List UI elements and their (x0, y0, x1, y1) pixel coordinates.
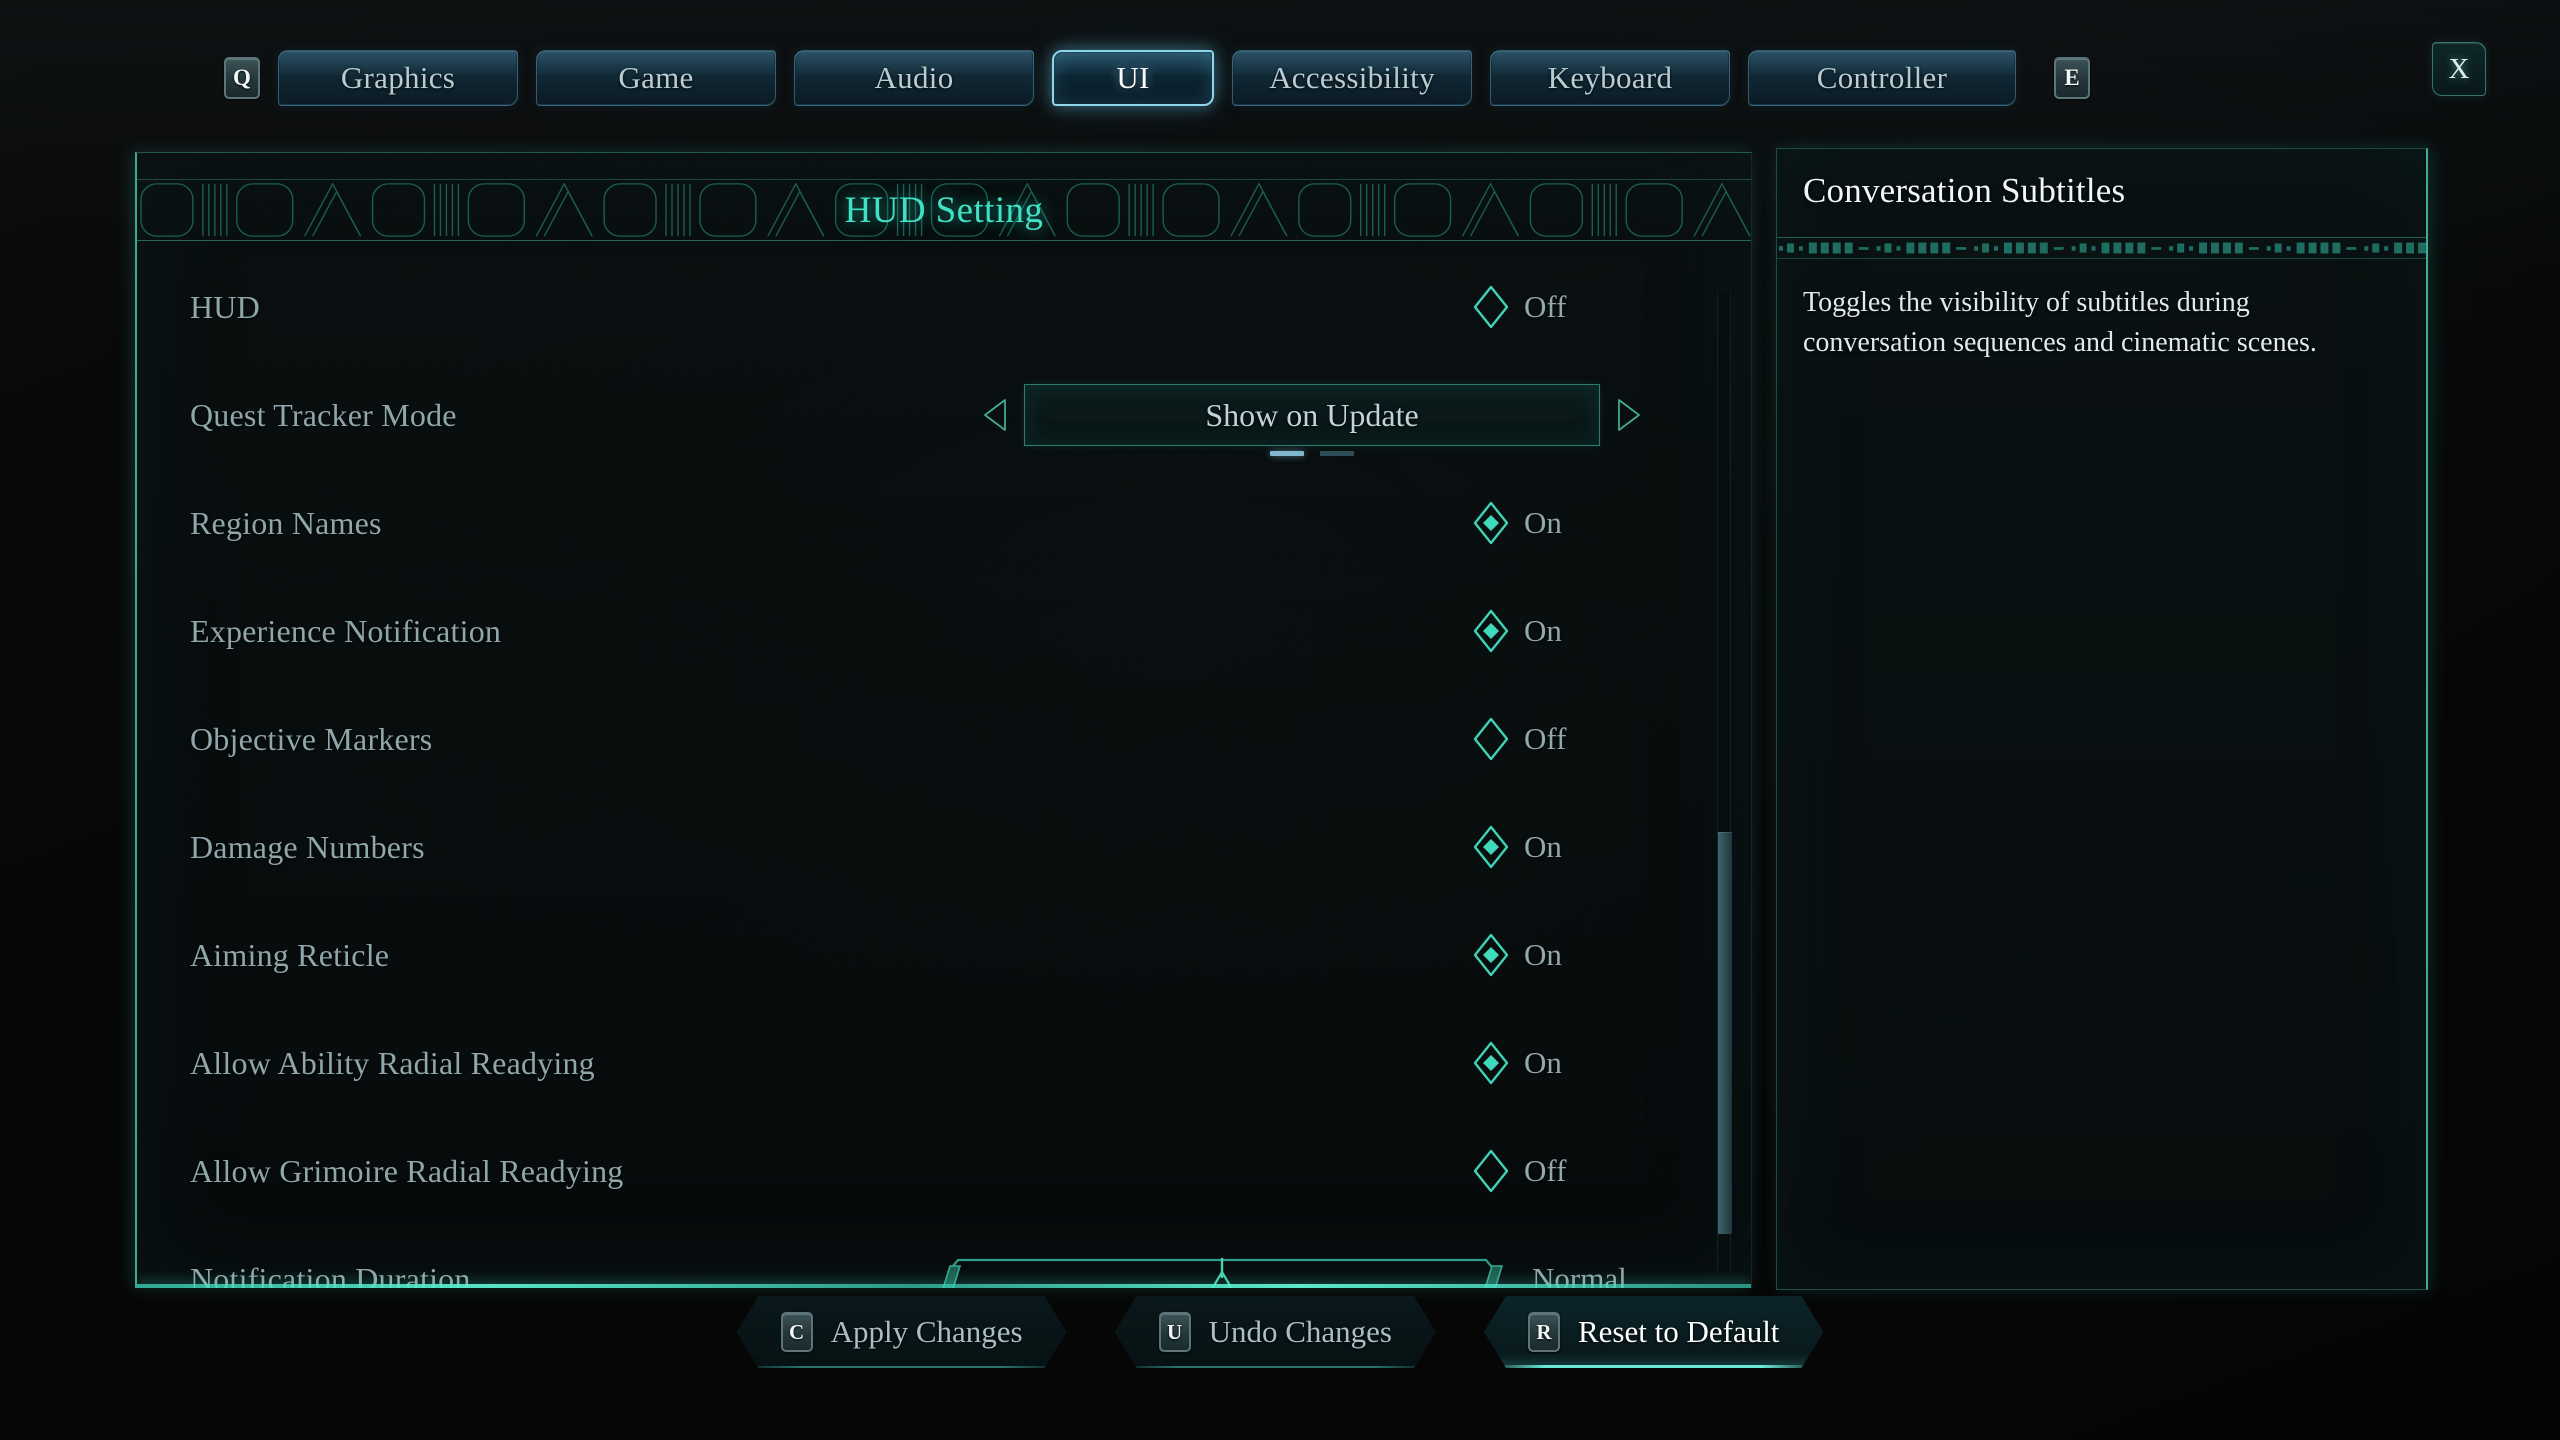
toggle-control[interactable]: Off (1472, 1148, 1642, 1194)
tab-ui[interactable]: UI (1052, 50, 1214, 106)
setting-row[interactable]: Region Names On (137, 469, 1751, 577)
carousel-page-indicator (1025, 451, 1599, 456)
toggle-control[interactable]: On (1472, 608, 1642, 654)
description-body: Toggles the visibility of subtitles duri… (1803, 287, 2317, 358)
toggle-control[interactable]: On (1472, 500, 1642, 546)
toggle-value: On (1524, 937, 1562, 972)
description-panel: Conversation Subtitles Toggles the visib… (1776, 148, 2428, 1290)
tab-graphics[interactable]: Graphics (278, 50, 518, 106)
toggle-value: Off (1524, 1153, 1567, 1188)
tab-game[interactable]: Game (536, 50, 776, 106)
setting-label: Allow Ability Radial Readying (190, 1044, 595, 1081)
toggle-value: On (1524, 613, 1562, 648)
apply-changes-button[interactable]: C Apply Changes (737, 1296, 1067, 1368)
setting-label: Quest Tracker Mode (190, 396, 457, 433)
tab-audio[interactable]: Audio (794, 50, 1034, 106)
toggle-control[interactable]: On (1472, 932, 1642, 978)
prev-tab-keycap[interactable]: Q (224, 57, 260, 99)
key-badge: U (1159, 1312, 1191, 1352)
toggle-control[interactable]: Off (1472, 716, 1642, 762)
toggle-control[interactable]: On (1472, 1040, 1642, 1086)
setting-control[interactable]: On (1472, 500, 1642, 546)
description-title: Conversation Subtitles (1803, 171, 2126, 210)
toggle-value: On (1524, 1045, 1562, 1080)
diamond-filled-icon[interactable] (1472, 500, 1510, 546)
carousel-page-dot (1320, 451, 1354, 456)
diamond-filled-icon[interactable] (1472, 824, 1510, 870)
setting-row[interactable]: Aiming Reticle On (137, 901, 1751, 1009)
settings-tab-bar: Q Graphics Game Audio UI Accessibility Keyboa… (0, 42, 2560, 114)
setting-row[interactable]: Allow Ability Radial Readying On (137, 1009, 1751, 1117)
carousel-control[interactable]: Show on Update (982, 384, 1642, 456)
key-badge: R (1528, 1312, 1560, 1352)
key-badge: C (781, 1312, 813, 1352)
footer-actions: C Apply Changes U Undo Changes R Reset to Def… (0, 1296, 2560, 1368)
diamond-filled-icon[interactable] (1472, 608, 1510, 654)
settings-rows-list: HUD Off Quest Tracker Mode Show on Update Re… (137, 245, 1751, 1288)
close-button[interactable]: X (2432, 42, 2486, 96)
diamond-outline-icon[interactable] (1472, 284, 1510, 330)
toggle-value: Off (1524, 289, 1567, 324)
tab-list: Graphics Game Audio UI Accessibility Keyboard… (278, 50, 2016, 106)
undo-changes-button[interactable]: U Undo Changes (1115, 1296, 1436, 1368)
toggle-value: On (1524, 829, 1562, 864)
setting-label: Experience Notification (190, 612, 502, 649)
setting-label: Allow Grimoire Radial Readying (190, 1152, 624, 1189)
toggle-value: On (1524, 505, 1562, 540)
settings-scrollbar[interactable] (1717, 293, 1732, 1273)
setting-control[interactable]: On (1472, 932, 1642, 978)
diamond-filled-icon[interactable] (1472, 932, 1510, 978)
carousel-value-box[interactable]: Show on Update (1024, 384, 1600, 456)
toggle-control[interactable]: On (1472, 824, 1642, 870)
panel-header-ornament (137, 179, 1751, 241)
hud-settings-panel: HUD Setting HUD Off Quest Tracker Mode Show… (135, 152, 1752, 1288)
setting-control[interactable]: On (1472, 1040, 1642, 1086)
button-label: Undo Changes (1208, 1314, 1392, 1349)
panel-bottom-glow-edge (137, 1284, 1751, 1288)
setting-label: Aiming Reticle (190, 936, 390, 973)
diamond-outline-icon[interactable] (1472, 716, 1510, 762)
setting-control[interactable]: Off (1472, 1148, 1642, 1194)
setting-control[interactable]: Off (1472, 716, 1642, 762)
diamond-filled-icon[interactable] (1472, 1040, 1510, 1086)
setting-control[interactable]: On (1472, 608, 1642, 654)
setting-row[interactable]: Objective Markers Off (137, 685, 1751, 793)
tab-controller[interactable]: Controller (1748, 50, 2016, 106)
button-label: Reset to Default (1577, 1314, 1780, 1349)
setting-row[interactable]: Damage Numbers On (137, 793, 1751, 901)
right-arrow-icon[interactable] (1616, 398, 1642, 432)
tab-keyboard[interactable]: Keyboard (1490, 50, 1730, 106)
next-tab-keycap[interactable]: E (2054, 57, 2090, 99)
left-arrow-icon[interactable] (982, 398, 1008, 432)
diamond-outline-icon[interactable] (1472, 1148, 1510, 1194)
setting-control[interactable]: Off (1472, 284, 1642, 330)
tab-accessibility[interactable]: Accessibility (1232, 50, 1472, 106)
setting-row[interactable]: Quest Tracker Mode Show on Update (137, 361, 1751, 469)
setting-control[interactable]: Show on Update (982, 384, 1642, 456)
setting-label: HUD (190, 288, 260, 325)
setting-label: Region Names (190, 504, 382, 541)
description-divider-ornament (1777, 237, 2426, 259)
setting-row[interactable]: Allow Grimoire Radial Readying Off (137, 1117, 1751, 1225)
setting-row[interactable]: Notification Duration Normal (137, 1225, 1751, 1288)
setting-row[interactable]: Experience Notification On (137, 577, 1751, 685)
settings-rows-viewport: HUD Off Quest Tracker Mode Show on Update Re… (137, 245, 1751, 1288)
scrollbar-thumb[interactable] (1718, 832, 1732, 1234)
setting-row[interactable]: HUD Off (137, 253, 1751, 361)
carousel-value: Show on Update (1205, 396, 1419, 433)
carousel-page-dot (1270, 451, 1304, 456)
setting-label: Objective Markers (190, 720, 433, 757)
toggle-control[interactable]: Off (1472, 284, 1642, 330)
button-label: Apply Changes (830, 1314, 1023, 1349)
setting-control[interactable]: On (1472, 824, 1642, 870)
reset-to-default-button[interactable]: R Reset to Default (1484, 1296, 1823, 1368)
setting-label: Damage Numbers (190, 828, 425, 865)
toggle-value: Off (1524, 721, 1567, 756)
